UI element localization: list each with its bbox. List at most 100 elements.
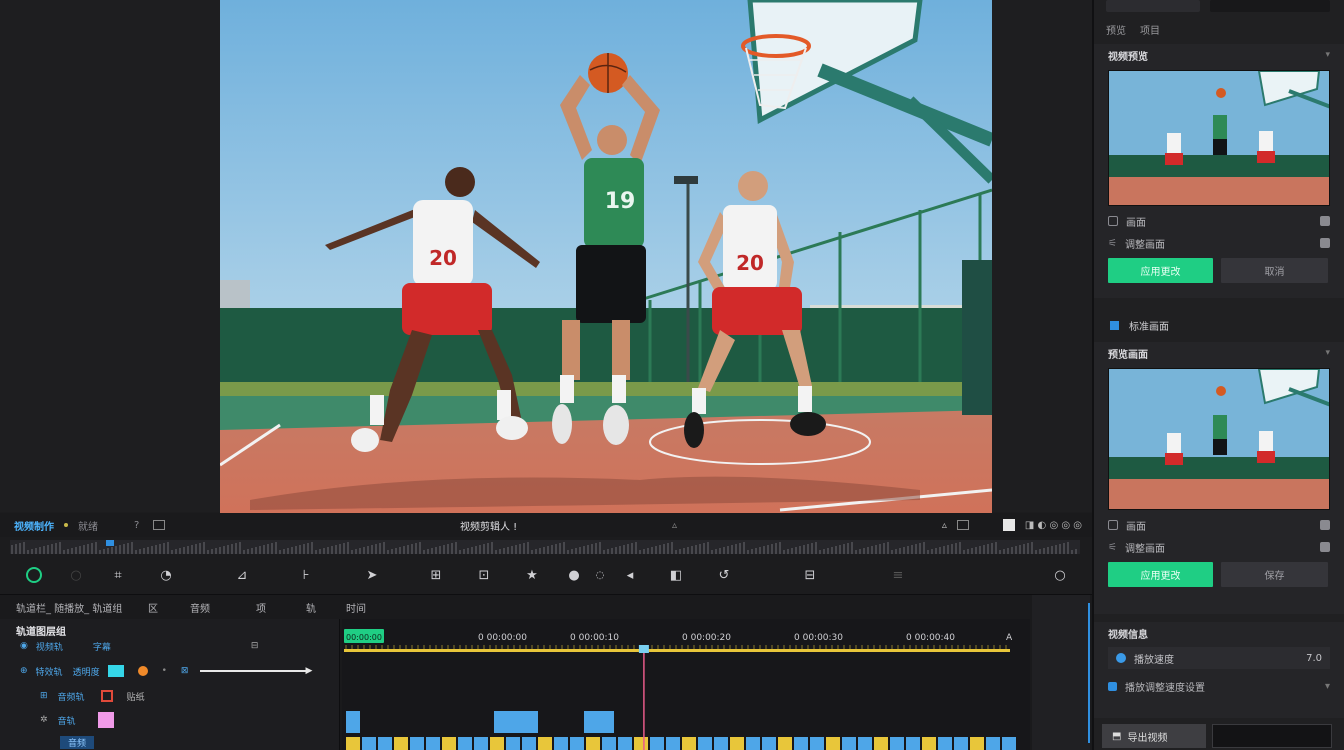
triangle-marker-icon[interactable]: ▵: [672, 520, 677, 531]
audio-clip-block[interactable]: [634, 737, 648, 750]
grid-icon[interactable]: [153, 520, 166, 530]
speed-field[interactable]: 播放速度 7.0: [1108, 647, 1330, 669]
speed-settings-row[interactable]: 播放调整速度设置 ▾: [1094, 675, 1344, 697]
apply-button[interactable]: 应用更改: [1108, 562, 1213, 587]
audio-clip-block[interactable]: [714, 737, 728, 750]
frame-row[interactable]: 画面: [1094, 210, 1344, 232]
lock-icon[interactable]: ⊟: [251, 641, 259, 651]
menu-icon[interactable]: ≡: [888, 565, 908, 585]
header-audio[interactable]: 音频: [190, 600, 210, 615]
audio-clip-block[interactable]: [762, 737, 776, 750]
track-row-video[interactable]: ◉ 视频轨 字幕 ⊟: [0, 635, 340, 657]
track-row-extra[interactable]: 音频: [0, 731, 340, 750]
audio-clip-block[interactable]: [410, 737, 424, 750]
audio-clip-block[interactable]: [426, 737, 440, 750]
undo-icon[interactable]: ↺: [714, 565, 734, 585]
speaker-icon[interactable]: ⊞: [426, 565, 446, 585]
audio-clip-block[interactable]: [458, 737, 472, 750]
chevron-down-icon[interactable]: ▾: [1325, 681, 1330, 692]
add-icon[interactable]: ⊡: [474, 565, 494, 585]
apply-button[interactable]: 应用更改: [1108, 258, 1213, 283]
search-icon[interactable]: ○: [1050, 565, 1070, 585]
audio-clip-block[interactable]: [858, 737, 872, 750]
clip-block[interactable]: [494, 711, 538, 733]
audio-clip-block[interactable]: [986, 737, 1000, 750]
header-zone[interactable]: 区: [148, 600, 158, 615]
audio-clip-block[interactable]: [890, 737, 904, 750]
globe-icon[interactable]: ⊕: [20, 666, 28, 676]
track-group-label[interactable]: 轨道栏_ 随播放_ 轨道组: [16, 600, 122, 615]
audio-clip-block[interactable]: [442, 737, 456, 750]
cancel-button[interactable]: 取消: [1221, 258, 1328, 283]
save-button[interactable]: 保存: [1221, 562, 1328, 587]
audio-clip-block[interactable]: [394, 737, 408, 750]
flag-icon[interactable]: ◧: [666, 565, 686, 585]
track-row-music[interactable]: ✲ 音轨: [0, 709, 340, 731]
audio-clip-block[interactable]: [490, 737, 504, 750]
preview-thumbnail[interactable]: [1108, 70, 1330, 206]
help-icon[interactable]: ?: [134, 520, 139, 531]
section-header[interactable]: 视频信息: [1094, 622, 1344, 644]
vertical-scrollbar[interactable]: [1088, 603, 1090, 743]
color-swatch-cyan[interactable]: [107, 665, 124, 677]
audio-clip-block[interactable]: [794, 737, 808, 750]
clip-block[interactable]: [584, 711, 614, 733]
header-item[interactable]: 项: [256, 600, 266, 615]
color-swatch-orange[interactable]: [137, 666, 148, 676]
audio-clip-block[interactable]: [922, 737, 936, 750]
audio-clip-block[interactable]: [618, 737, 632, 750]
eye-icon[interactable]: ◉: [20, 641, 28, 651]
star-icon[interactable]: ★: [522, 565, 542, 585]
audio-clip-block[interactable]: [906, 737, 920, 750]
audio-clip-block[interactable]: [538, 737, 552, 750]
export-button[interactable]: ⬒ 导出视频: [1102, 724, 1206, 748]
header-time[interactable]: 时间: [346, 600, 366, 615]
tab-preview[interactable]: 预览: [1106, 22, 1126, 37]
audio-clip-block[interactable]: [474, 737, 488, 750]
expand-icon[interactable]: [1320, 520, 1330, 530]
tab-project[interactable]: 项目: [1140, 22, 1160, 37]
audio-clip-block[interactable]: [554, 737, 568, 750]
panel-top-pill[interactable]: [1106, 0, 1200, 12]
track-row-effects[interactable]: ⊕ 特效轨 透明度 • ⊠ ▶: [0, 660, 340, 682]
chevron-down-icon[interactable]: ▾: [1325, 50, 1330, 60]
fullscreen-icon[interactable]: [956, 520, 969, 530]
track-row-audio[interactable]: ⊞ 音频轨 贴纸: [0, 685, 340, 707]
crop-icon[interactable]: ⌗: [108, 565, 128, 585]
chevron-down-icon[interactable]: ▾: [1325, 348, 1330, 358]
expand-icon[interactable]: [1320, 238, 1330, 248]
section-header[interactable]: 视频预览 ▾: [1094, 44, 1344, 66]
track-tag-icon[interactable]: ⊠: [181, 666, 189, 676]
fish-icon[interactable]: ◂: [620, 565, 640, 585]
split-icon[interactable]: ⊦: [296, 565, 316, 585]
adjust-row[interactable]: ⚟ 调整画面: [1094, 536, 1344, 558]
audio-clip-block[interactable]: [874, 737, 888, 750]
timeline-tracks-area[interactable]: 00:00:00 0 00:00:00 0 00:00:10 0 00:00:2…: [342, 619, 1030, 750]
overview-scrubber[interactable]: [10, 538, 1080, 556]
audio-clip-block[interactable]: [570, 737, 584, 750]
audio-clip-block[interactable]: [378, 737, 392, 750]
color-swatch-pink[interactable]: [97, 712, 114, 728]
audio-clip-block[interactable]: [826, 737, 840, 750]
audio-clip-block[interactable]: [746, 737, 760, 750]
audio-clip-block[interactable]: [362, 737, 376, 750]
audio-clip-block[interactable]: [346, 737, 360, 750]
audio-clip-block[interactable]: [602, 737, 616, 750]
adjust-row[interactable]: ⚟ 调整画面: [1094, 232, 1344, 254]
arrow-icon[interactable]: ➤: [362, 565, 382, 585]
audio-clip-block[interactable]: [506, 737, 520, 750]
audio-clip-block[interactable]: [666, 737, 680, 750]
audio-clip-block[interactable]: [522, 737, 536, 750]
playhead-handle[interactable]: [638, 645, 649, 653]
audio-clip-block[interactable]: [778, 737, 792, 750]
clip-block[interactable]: [346, 711, 360, 733]
record-box-icon[interactable]: [100, 690, 113, 702]
audio-clip-block[interactable]: [938, 737, 952, 750]
scrubber-handle[interactable]: [106, 540, 114, 546]
export-icon[interactable]: ⊟: [800, 565, 820, 585]
volume-slider[interactable]: ▶: [200, 666, 312, 676]
audio-clip-block[interactable]: [810, 737, 824, 750]
expand-icon[interactable]: [1320, 542, 1330, 552]
circle-icon[interactable]: ●: [564, 565, 584, 585]
checkbox-checked-icon[interactable]: [1110, 320, 1119, 330]
